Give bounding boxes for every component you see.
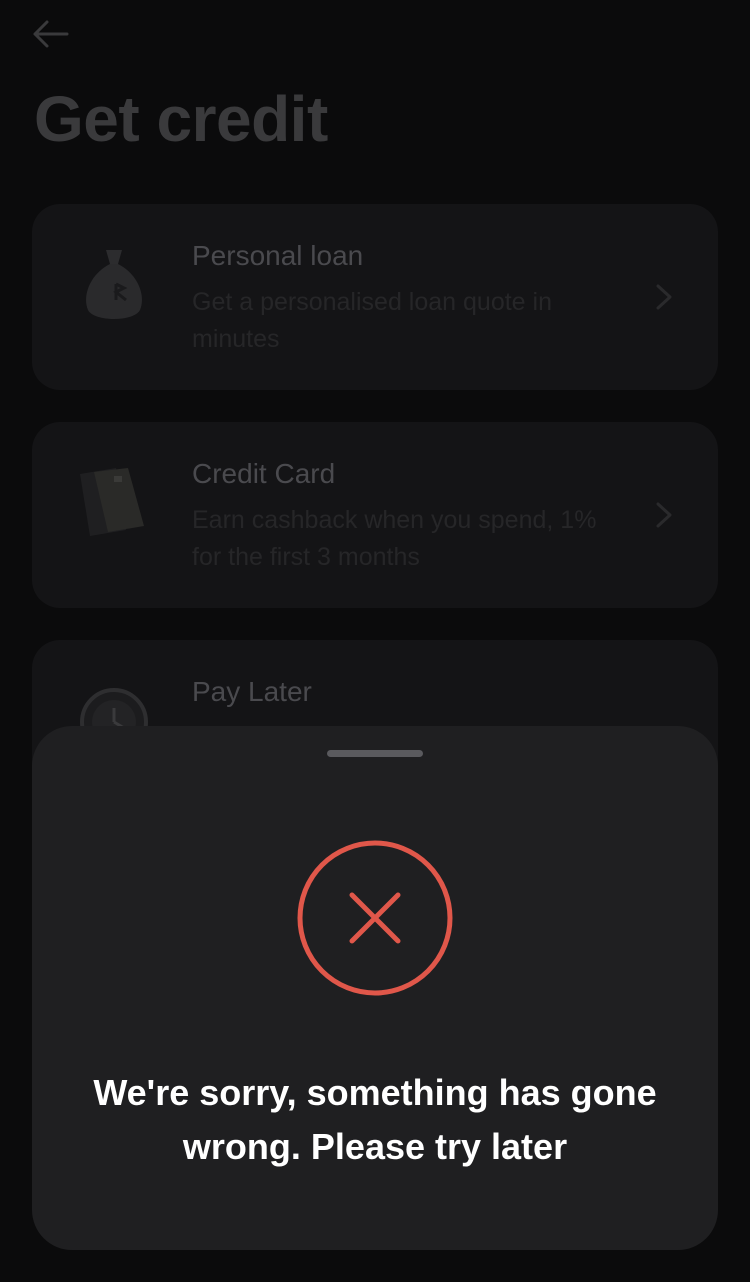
card-title: Personal loan bbox=[192, 240, 364, 271]
credit-card-icon bbox=[80, 468, 144, 536]
page-title: Get credit bbox=[34, 83, 328, 155]
card-title: Pay Later bbox=[192, 676, 312, 707]
chevron-right-icon bbox=[656, 502, 672, 528]
error-message: We're sorry, something has gone wrong. P… bbox=[93, 1072, 657, 1167]
card-description: Get a personalised loan quote in minutes bbox=[192, 288, 552, 353]
arrow-left-icon bbox=[33, 20, 69, 48]
product-card-personal-loan[interactable]: Personal loan Get a personalised loan qu… bbox=[32, 204, 718, 390]
card-title: Credit Card bbox=[192, 458, 336, 489]
product-card-credit-card[interactable]: Credit Card Earn cashback when you spend… bbox=[32, 422, 718, 608]
close-circle-icon bbox=[297, 840, 453, 996]
chevron-right-icon bbox=[656, 284, 672, 310]
back-button[interactable] bbox=[28, 14, 72, 54]
card-description: Earn cashback when you spend, 1% for the… bbox=[192, 506, 597, 571]
sheet-drag-handle[interactable] bbox=[327, 750, 423, 757]
money-bag-icon bbox=[86, 250, 142, 319]
get-credit-screen: Get credit Personal loan Get a personali… bbox=[0, 0, 750, 1282]
error-bottom-sheet: We're sorry, something has gone wrong. P… bbox=[32, 726, 718, 1250]
